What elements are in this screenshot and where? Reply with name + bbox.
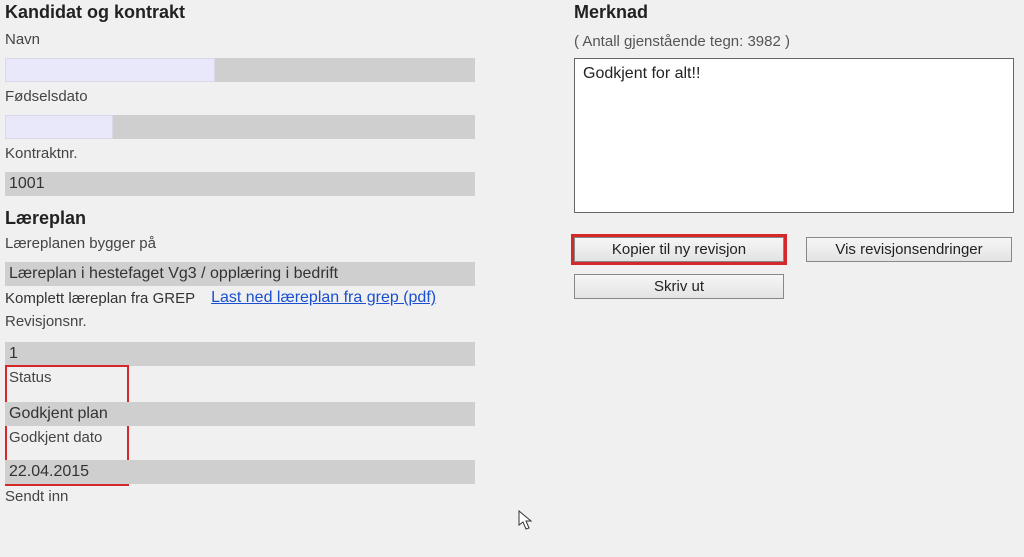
status-highlight-box: Status Godkjent plan Godkjent dato 22.04…	[5, 365, 129, 486]
download-lareplan-link[interactable]: Last ned læreplan fra grep (pdf)	[211, 289, 436, 307]
merknad-textarea[interactable]	[574, 58, 1014, 213]
fodselsdato-field	[5, 115, 475, 139]
lareplan-field: Læreplan i hestefaget Vg3 / opplæring i …	[5, 262, 475, 286]
revisjonsnr-field: 1	[5, 342, 475, 366]
lareplan-value: Læreplan i hestefaget Vg3 / opplæring i …	[9, 265, 338, 283]
kopier-til-ny-revisjon-button[interactable]: Kopier til ny revisjon	[574, 237, 784, 262]
lareplan-bygger-label: Læreplanen bygger på	[5, 235, 479, 252]
skriv-ut-button[interactable]: Skriv ut	[574, 274, 784, 299]
grep-text: Komplett læreplan fra GREP	[5, 290, 195, 307]
kontraktnr-label: Kontraktnr.	[5, 145, 479, 162]
status-field: Godkjent plan	[5, 402, 475, 426]
status-label: Status	[9, 369, 127, 386]
kandidat-heading: Kandidat og kontrakt	[5, 2, 479, 23]
navn-field	[5, 58, 475, 82]
kontraktnr-value: 1001	[9, 175, 45, 193]
godkjent-dato-label: Godkjent dato	[9, 429, 127, 446]
char-count-text: ( Antall gjenstående tegn: 3982 )	[574, 33, 1014, 50]
fodselsdato-label: Fødselsdato	[5, 88, 479, 105]
kontraktnr-field: 1001	[5, 172, 475, 196]
lareplan-heading: Læreplan	[5, 208, 479, 229]
revisjonsnr-label: Revisjonsnr.	[5, 313, 479, 330]
sendt-inn-label: Sendt inn	[5, 488, 479, 505]
vis-revisjonsendringer-button[interactable]: Vis revisjonsendringer	[806, 237, 1012, 262]
cursor-icon	[518, 510, 536, 532]
godkjent-dato-field: 22.04.2015	[5, 460, 475, 484]
revisjonsnr-value: 1	[9, 345, 18, 363]
merknad-heading: Merknad	[574, 2, 1014, 23]
status-value: Godkjent plan	[9, 405, 108, 423]
godkjent-dato-value: 22.04.2015	[9, 463, 89, 481]
navn-label: Navn	[5, 31, 479, 48]
